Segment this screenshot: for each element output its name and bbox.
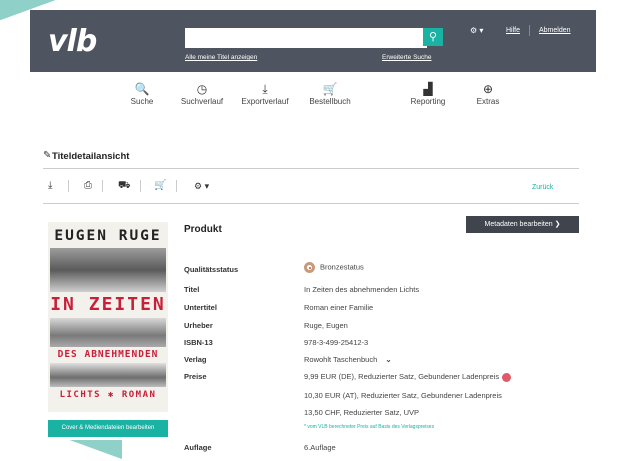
cover-photo (50, 248, 166, 292)
subtitle-value: Roman einer Familie (304, 303, 374, 312)
divider (43, 203, 579, 204)
tool-orderbook[interactable]: 🛒 Bestellbuch (300, 82, 360, 106)
corner-decoration (62, 440, 122, 461)
book-cover-image: EUGEN RUGE IN ZEITEN DES ABNEHMENDEN LIC… (48, 222, 168, 412)
edit-metadata-button[interactable]: Metadaten bearbeiten ❯ (466, 216, 579, 233)
author-value: Ruge, Eugen (304, 321, 348, 330)
tool-label: Reporting (410, 97, 446, 106)
quality-status-value: Bronzestatus (304, 262, 364, 273)
cover-author: EUGEN RUGE (54, 228, 162, 244)
tool-extras[interactable]: ⊕ Extras (458, 82, 518, 106)
author-label: Urheber (184, 321, 213, 330)
cart-icon[interactable]: 🛒 (154, 180, 166, 191)
search-icon: 🔍 (134, 82, 150, 96)
section-title: Titeldetailansicht (52, 151, 130, 162)
divider (102, 180, 103, 192)
quality-status-text: Bronzestatus (320, 262, 364, 272)
advanced-search-link[interactable]: Erweiterte Suche (382, 54, 432, 61)
price-info-icon[interactable] (502, 372, 512, 382)
tool-label: Suche (130, 97, 154, 106)
price-ch: 13,50 CHF, Reduzierter Satz, UVP (304, 408, 420, 417)
divider (176, 180, 177, 192)
vlb-logo[interactable]: vlb (48, 24, 97, 59)
edition-value: 6.Auflage (304, 443, 336, 452)
cart-icon: 🛒 (322, 82, 338, 96)
pencil-icon: ✎ (43, 150, 52, 161)
help-link[interactable]: Hilfe (506, 27, 520, 34)
chevron-down-icon[interactable]: ⌄ (385, 355, 391, 364)
publisher-text: Rowohlt Taschenbuch (304, 355, 378, 364)
isbn-label: ISBN-13 (184, 338, 213, 347)
divider (140, 180, 141, 192)
cover-title: LICHTS ✱ ROMAN (59, 390, 157, 400)
tool-label: Exportverlauf (241, 97, 289, 106)
reporting-icon: ▟ (423, 82, 433, 96)
isbn-value: 978-3-499-25412-3 (304, 338, 369, 347)
search-icon: ⚲ (428, 31, 438, 43)
edit-cover-media-button[interactable]: Cover & Mediendateien bearbeiten (48, 420, 168, 437)
price-at: 10,30 EUR (AT), Reduzierter Satz, Gebund… (304, 391, 502, 400)
price-de: 9,99 EUR (DE), Reduzierter Satz, Gebunde… (304, 372, 512, 382)
header-divider (529, 25, 530, 36)
search-input[interactable] (185, 28, 427, 48)
download-icon[interactable]: ⤓ (48, 180, 52, 191)
print-icon[interactable]: ⎙ (84, 180, 92, 191)
history-icon: ◷ (196, 82, 208, 96)
price-de-text: 9,99 EUR (DE), Reduzierter Satz, Gebunde… (304, 372, 500, 381)
tool-reporting[interactable]: ▟ Reporting (398, 82, 458, 106)
cover-title: IN ZEITEN (50, 294, 166, 315)
tool-export[interactable]: ⤓ Exportverlauf (235, 82, 295, 106)
tool-search[interactable]: 🔍 Suche (112, 82, 172, 106)
edition-label: Auflage (184, 443, 212, 452)
subtitle-label: Untertitel (184, 303, 217, 312)
show-my-titles-link[interactable]: Alle meine Titel anzeigen (185, 54, 257, 61)
export-icon: ⤓ (262, 82, 268, 96)
gear-dropdown-icon[interactable]: ⚙ ▾ (194, 181, 209, 192)
top-header: vlb ⚲ Alle meine Titel anzeigen Erweiter… (30, 10, 596, 72)
tool-history[interactable]: ◷ Suchverlauf (172, 82, 232, 106)
back-link[interactable]: Zurück (532, 184, 553, 191)
search-button[interactable]: ⚲ (423, 28, 443, 46)
delivery-icon[interactable]: ⛟ (118, 180, 131, 193)
title-label: Titel (184, 285, 200, 294)
cover-photo (50, 318, 166, 347)
settings-menu[interactable]: ⚙ ▾ (470, 26, 483, 35)
quality-status-label: Qualitätsstatus (184, 265, 239, 274)
cover-photo (50, 363, 166, 387)
publisher-value[interactable]: Rowohlt Taschenbuch ⌄ (304, 355, 392, 364)
bronze-badge-icon (304, 262, 315, 273)
divider (68, 180, 69, 192)
product-heading: Produkt (184, 224, 222, 235)
price-note: * vom VLB berechneter Preis auf Basis de… (304, 424, 435, 430)
title-value: In Zeiten des abnehmenden Lichts (304, 285, 420, 294)
cover-title: DES ABNEHMENDEN (57, 349, 159, 360)
prices-label: Preise (184, 372, 207, 381)
tool-label: Extras (476, 97, 500, 106)
publisher-label: Verlag (184, 355, 207, 364)
divider (43, 168, 579, 169)
extras-icon: ⊕ (482, 82, 494, 96)
logout-link[interactable]: Abmelden (539, 27, 571, 34)
tool-label: Suchverlauf (180, 97, 224, 106)
tool-label: Bestellbuch (309, 97, 351, 106)
